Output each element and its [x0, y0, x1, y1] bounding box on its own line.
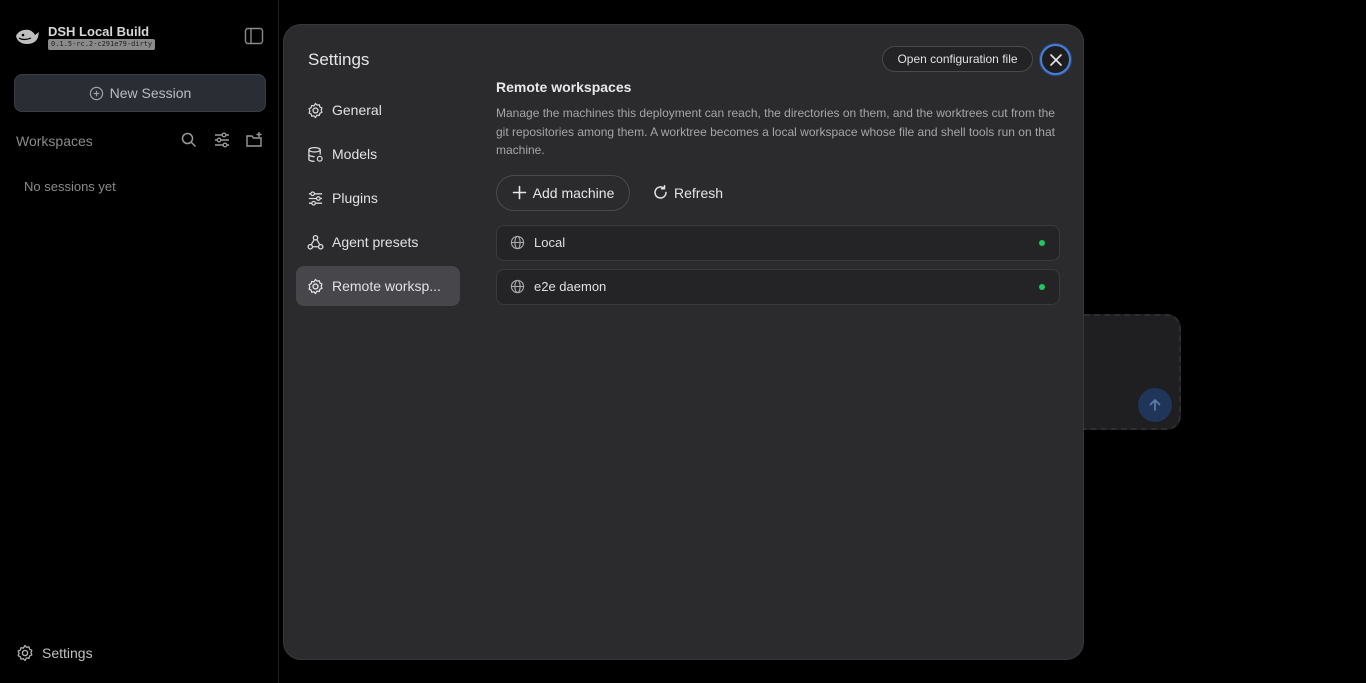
section-title: Remote workspaces [496, 79, 632, 95]
nav-item-label: General [332, 102, 382, 118]
workspaces-title: Workspaces [16, 133, 93, 149]
actions-row: Add machine Refresh [496, 174, 1060, 211]
add-machine-button[interactable]: Add machine [496, 174, 630, 211]
machine-name: e2e daemon [534, 279, 607, 294]
section-description: Manage the machines this deployment can … [496, 106, 1055, 157]
plus-icon [512, 185, 526, 200]
machine-name: Local [534, 235, 566, 250]
database-icon [308, 146, 323, 162]
new-session-button[interactable]: New Session [14, 74, 266, 112]
plus-circle-icon [89, 86, 103, 100]
brand: DSH Local Build 0.1.5-rc.2-c291e79-dirty [14, 22, 164, 50]
sidebar-settings-label: Settings [42, 645, 93, 661]
close-button[interactable] [1040, 44, 1071, 75]
sidebar-settings-button[interactable]: Settings [16, 642, 93, 664]
nav-item-label: Agent presets [332, 234, 419, 250]
nav-item-label: Plugins [332, 190, 378, 206]
remote-workspaces-panel: Remote workspaces Manage the machines th… [496, 79, 1060, 313]
brand-version-badge: 0.1.5-rc.2-c291e79-dirty [48, 39, 156, 50]
globe-icon [510, 279, 525, 294]
close-icon [1049, 53, 1062, 66]
new-session-label: New Session [109, 85, 192, 101]
empty-sessions-text: No sessions yet [24, 179, 116, 194]
open-config-button[interactable]: Open configuration file [882, 46, 1033, 72]
app-root: DSH Local Build 0.1.5-rc.2-c291e79-dirty… [0, 0, 1366, 683]
nav-item-plugins[interactable]: Plugins [296, 178, 460, 218]
status-online-indicator [1039, 239, 1045, 246]
arrow-up-icon [1149, 399, 1161, 411]
new-folder-icon[interactable] [245, 131, 263, 149]
send-button[interactable] [1138, 388, 1172, 422]
refresh-icon [654, 185, 667, 199]
filter-sliders-icon[interactable] [213, 131, 231, 149]
refresh-button[interactable]: Refresh [653, 175, 723, 211]
agents-icon [307, 234, 324, 250]
refresh-label: Refresh [674, 184, 724, 201]
settings-nav: General Models Plugins Agent presets Rem… [296, 90, 460, 310]
nav-item-label: Remote worksp... [332, 278, 441, 294]
machine-row[interactable]: e2e daemon [496, 268, 1060, 305]
sidebar-toggle-icon[interactable] [244, 27, 264, 45]
add-machine-label: Add machine [532, 184, 615, 201]
nav-item-general[interactable]: General [296, 90, 460, 130]
gear-icon [308, 102, 323, 118]
nav-item-agent-presets[interactable]: Agent presets [296, 222, 460, 262]
nav-item-remote-workspaces[interactable]: Remote worksp... [296, 266, 460, 306]
sidebar: DSH Local Build 0.1.5-rc.2-c291e79-dirty… [0, 0, 279, 683]
nav-item-models[interactable]: Models [296, 134, 460, 174]
nav-item-label: Models [332, 146, 378, 162]
status-online-indicator [1039, 283, 1045, 290]
whale-logo-icon [16, 29, 39, 44]
brand-name: DSH Local Build [48, 24, 150, 39]
machine-row[interactable]: Local [496, 224, 1060, 261]
gear-icon [17, 644, 33, 662]
globe-icon [510, 235, 525, 250]
sliders-icon [308, 190, 323, 206]
modal-title: Settings [308, 50, 370, 69]
search-icon[interactable] [180, 131, 198, 149]
workspaces-header: Workspaces [16, 130, 266, 152]
gear-icon [308, 278, 323, 294]
settings-modal: Settings Open configuration file General [283, 24, 1084, 660]
machine-list: Local e2e daemon [496, 224, 1060, 305]
